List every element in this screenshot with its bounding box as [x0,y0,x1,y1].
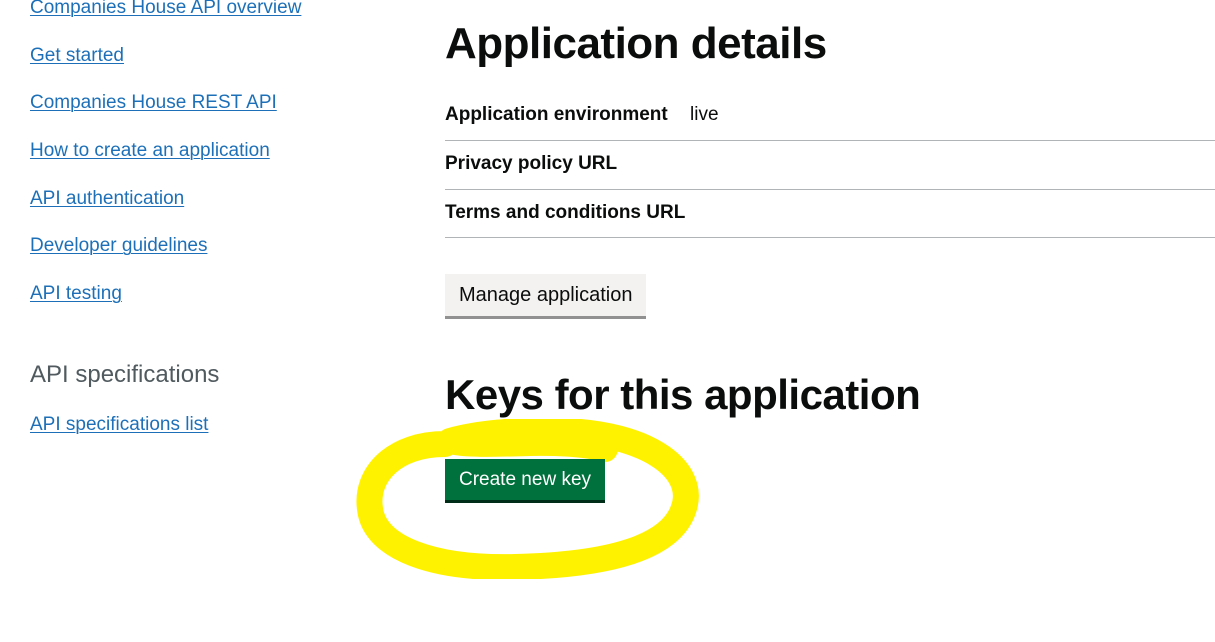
sidebar-section-label: API specifications [30,361,415,389]
page-title: Application details [445,20,1215,68]
detail-key: Privacy policy URL [445,151,690,177]
nav-link-rest-api[interactable]: Companies House REST API [30,91,277,116]
manage-application-button[interactable]: Manage application [445,274,646,316]
detail-value: live [690,102,719,128]
details-list: Application environment live Privacy pol… [445,102,1215,238]
sidebar-nav: Companies House API overview Get started… [0,0,415,461]
detail-row-terms: Terms and conditions URL [445,190,1215,239]
main-content: Application details Application environm… [415,0,1215,500]
nav-link-api-testing[interactable]: API testing [30,282,122,307]
nav-link-developer-guidelines[interactable]: Developer guidelines [30,234,207,259]
create-new-key-button[interactable]: Create new key [445,459,605,500]
create-key-wrap: Create new key [445,429,1215,500]
nav-link-api-authentication[interactable]: API authentication [30,187,184,212]
nav-link-get-started[interactable]: Get started [30,44,124,69]
keys-section-title: Keys for this application [445,372,1215,418]
detail-row-privacy: Privacy policy URL [445,141,1215,190]
detail-row-environment: Application environment live [445,102,1215,141]
nav-link-create-application[interactable]: How to create an application [30,139,270,164]
detail-key: Application environment [445,102,690,128]
detail-key: Terms and conditions URL [445,200,690,226]
nav-link-api-specifications-list[interactable]: API specifications list [30,413,208,438]
nav-link-api-overview[interactable]: Companies House API overview [30,0,301,21]
